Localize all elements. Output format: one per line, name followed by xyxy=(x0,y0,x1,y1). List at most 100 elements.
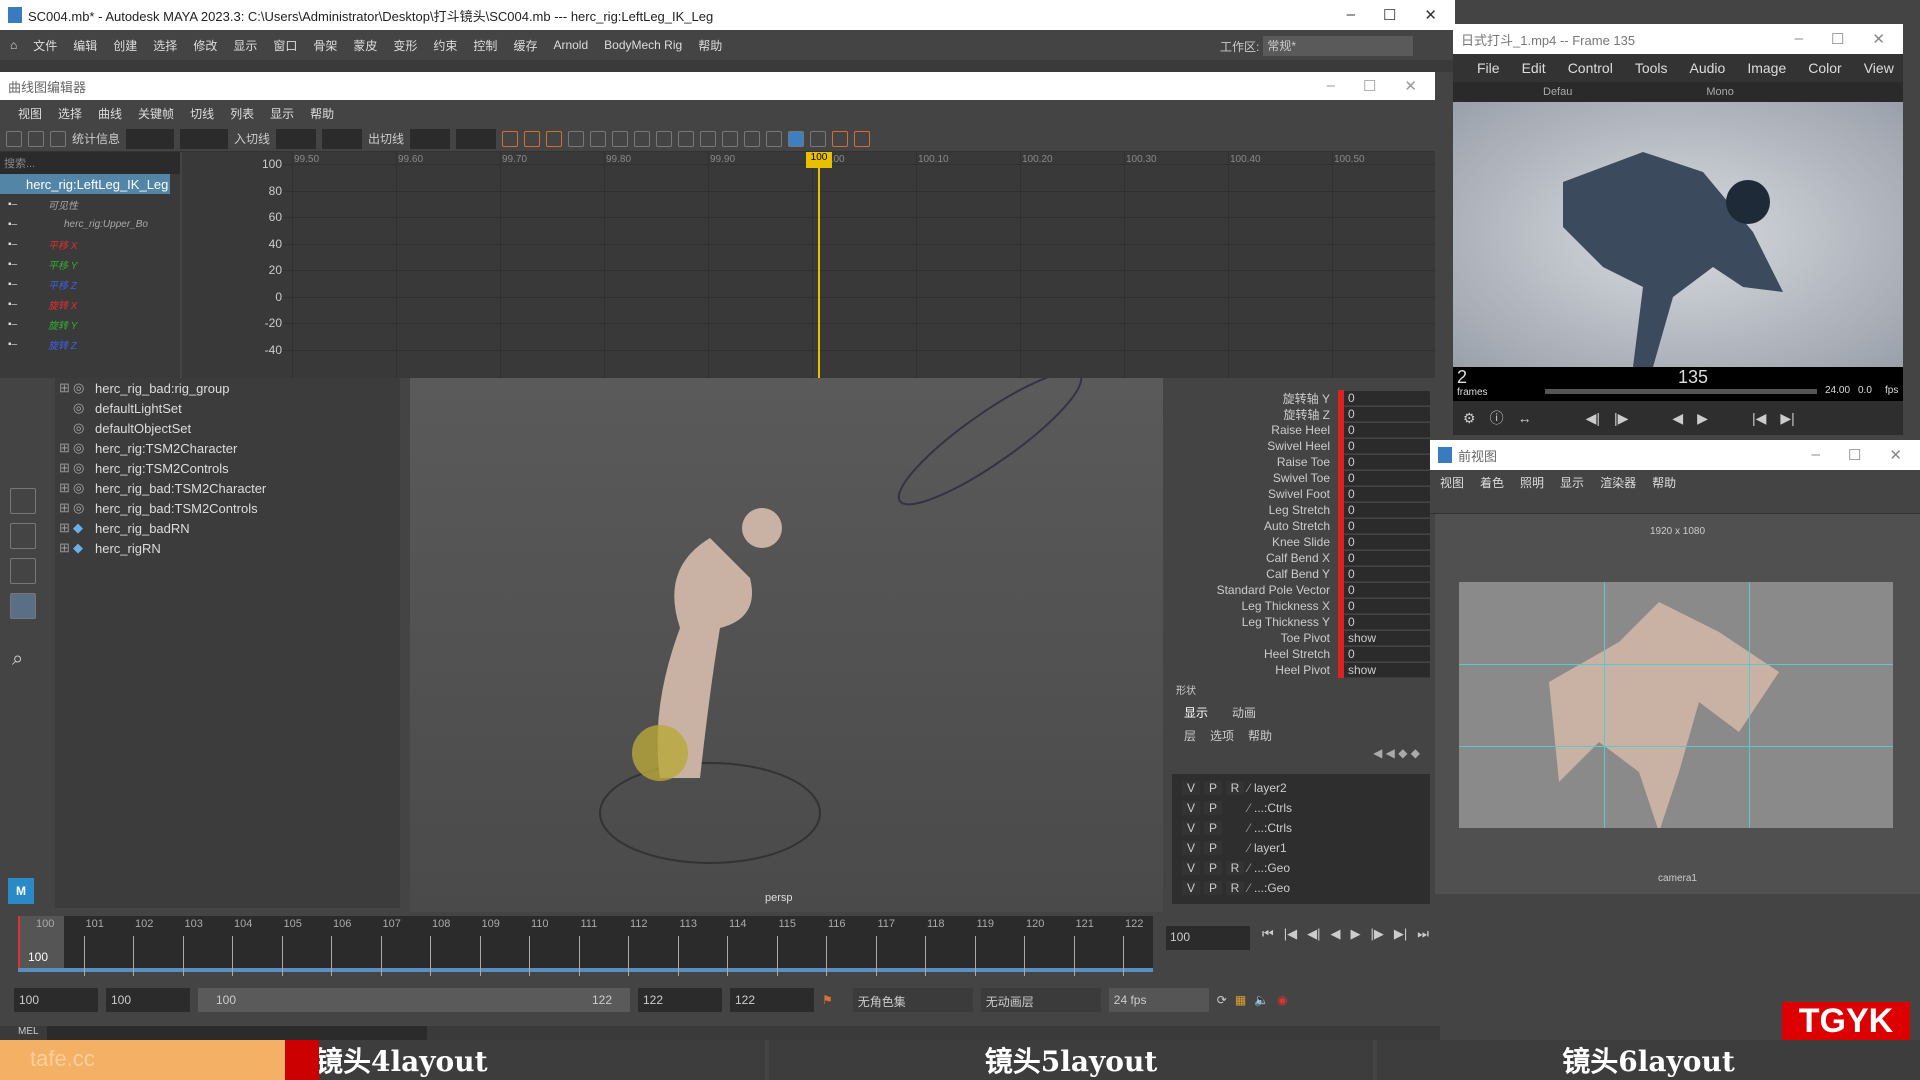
channel-value[interactable]: 0 xyxy=(1344,550,1430,566)
go-end-icon[interactable]: ▶| xyxy=(1780,410,1794,427)
layer-row[interactable]: V P R ⁄ layer2 xyxy=(1172,778,1430,798)
layer-color-icon[interactable]: ⁄ xyxy=(1248,801,1250,815)
fv-menu-item-3[interactable]: 显示 xyxy=(1560,474,1584,491)
step-forward-key-icon[interactable]: ▶| xyxy=(1394,926,1407,942)
fps-dropdown[interactable]: 24 fps xyxy=(1108,988,1209,1012)
layer-color-icon[interactable]: ⁄ xyxy=(1248,821,1250,835)
command-input[interactable] xyxy=(46,1026,427,1040)
key-icon[interactable] xyxy=(502,130,519,147)
player-menu-item-0[interactable]: File xyxy=(1477,60,1500,76)
play-backward-icon[interactable]: ◀ xyxy=(1672,410,1683,427)
channel-value[interactable]: show xyxy=(1344,630,1430,646)
layer-color-icon[interactable]: ⁄ xyxy=(1248,841,1250,855)
outliner-item[interactable]: ⊞ ◎ herc_rig_bad:TSM2Controls xyxy=(55,498,400,518)
out-weight-field[interactable] xyxy=(456,128,497,149)
channel-value[interactable]: 0 xyxy=(1344,502,1430,518)
main-menu-item-10[interactable]: 约束 xyxy=(433,37,457,54)
trax-icon[interactable] xyxy=(854,130,871,147)
layout-icon[interactable] xyxy=(10,523,36,549)
channel-item[interactable]: ▪– 旋转 Y xyxy=(0,314,180,334)
layer-toggle-v[interactable]: V xyxy=(1182,881,1200,895)
layer-row[interactable]: V P R ⁄ ...:Geo xyxy=(1172,878,1430,898)
outliner-item[interactable]: ⊞ ◎ herc_rig:TSM2Controls xyxy=(55,458,400,478)
home-icon[interactable]: ⌂ xyxy=(10,38,17,52)
preset-dropdown[interactable]: Defau xyxy=(1543,86,1572,98)
channel-row[interactable]: Swivel Toe 0 xyxy=(1168,470,1430,486)
step-back-key-icon[interactable]: |◀ xyxy=(1284,926,1297,942)
layer-toggle-p[interactable]: P xyxy=(1204,801,1222,815)
channel-row[interactable]: Calf Bend X 0 xyxy=(1168,550,1430,566)
channel-value[interactable]: 0 xyxy=(1344,470,1430,486)
end-time-field[interactable]: 122 xyxy=(730,988,814,1012)
main-menu-item-9[interactable]: 变形 xyxy=(393,37,417,54)
graph-search-input[interactable]: 搜索... xyxy=(0,152,180,174)
layer-toggle-v[interactable]: V xyxy=(1182,801,1200,815)
current-time-indicator[interactable] xyxy=(818,152,820,378)
channel-value[interactable]: 0 xyxy=(1344,518,1430,534)
mel-label[interactable]: MEL xyxy=(0,1026,39,1040)
ge-menu-item-1[interactable]: 选择 xyxy=(58,105,82,122)
anim-start-field[interactable]: 100 xyxy=(106,988,190,1012)
channel-item[interactable]: ▪– 旋转 X xyxy=(0,294,180,314)
step-forward-icon[interactable]: |▶ xyxy=(1614,410,1628,427)
maximize-button[interactable]: ☐ xyxy=(1383,6,1396,24)
layer-toggle-v[interactable]: V xyxy=(1182,861,1200,875)
channel-value[interactable]: 0 xyxy=(1344,598,1430,614)
go-start-icon[interactable]: |◀ xyxy=(1752,410,1766,427)
outliner-item[interactable]: ⊞ ◆ herc_rigRN xyxy=(55,538,400,558)
ge-menu-item-0[interactable]: 视图 xyxy=(18,105,42,122)
channel-value[interactable]: show xyxy=(1344,662,1430,678)
channel-row[interactable]: Knee Slide 0 xyxy=(1168,534,1430,550)
main-menu-item-14[interactable]: BodyMech Rig xyxy=(604,38,682,52)
layer-toggle-v[interactable]: V xyxy=(1182,821,1200,835)
ge-menu-item-2[interactable]: 曲线 xyxy=(98,105,122,122)
persp-viewport[interactable]: persp xyxy=(410,370,1163,912)
ge-menu-item-6[interactable]: 显示 xyxy=(270,105,294,122)
camera1-viewport[interactable]: 1920 x 1080 camera1 xyxy=(1435,514,1920,894)
main-menu-item-11[interactable]: 控制 xyxy=(473,37,497,54)
expand-icon[interactable]: ⊞ xyxy=(55,460,73,476)
stats-field-1[interactable] xyxy=(126,128,175,149)
layer-row[interactable]: V P ⁄ ...:Ctrls xyxy=(1172,818,1430,838)
layer-toggle-p[interactable]: P xyxy=(1204,881,1222,895)
dope-sheet-icon[interactable] xyxy=(832,130,849,147)
tangent-step-icon[interactable] xyxy=(634,130,651,147)
cache-icon[interactable]: ▦ xyxy=(1235,993,1246,1007)
buffer-curve-icon[interactable] xyxy=(744,130,761,147)
in-weight-field[interactable] xyxy=(322,128,363,149)
key-icon[interactable] xyxy=(524,130,541,147)
player-close-button[interactable]: ✕ xyxy=(1872,30,1885,48)
sound-icon[interactable]: 🔈 xyxy=(1254,993,1269,1007)
channel-value[interactable]: 0 xyxy=(1344,422,1430,438)
loop-icon[interactable]: ⟳ xyxy=(1217,993,1227,1007)
outliner-item[interactable]: ◎ defaultLightSet xyxy=(55,398,400,418)
tangent-spline-icon[interactable] xyxy=(568,130,585,147)
fv-menu-item-5[interactable]: 帮助 xyxy=(1652,474,1676,491)
player-menu-item-3[interactable]: Tools xyxy=(1635,60,1668,76)
channel-row[interactable]: Auto Stretch 0 xyxy=(1168,518,1430,534)
play-icon[interactable]: ▶ xyxy=(1697,410,1708,427)
stats-field-2[interactable] xyxy=(180,128,229,149)
layer-toggle-r[interactable]: R xyxy=(1226,861,1244,875)
player-menu-item-4[interactable]: Audio xyxy=(1690,60,1726,76)
channel-row[interactable]: Swivel Heel 0 xyxy=(1168,438,1430,454)
channel-row[interactable]: Standard Pole Vector 0 xyxy=(1168,582,1430,598)
channel-row[interactable]: Leg Thickness Y 0 xyxy=(1168,614,1430,630)
channel-row[interactable]: 旋转轴 Z 0 xyxy=(1168,406,1430,422)
tangent-plateau-icon[interactable] xyxy=(678,130,695,147)
normalize-icon[interactable] xyxy=(766,130,783,147)
channel-item[interactable]: ▪– 平移 X xyxy=(0,234,180,254)
channel-item[interactable]: ▪– 平移 Y xyxy=(0,254,180,274)
layer-toggle-v[interactable]: V xyxy=(1182,781,1200,795)
layer-toggle-p[interactable]: P xyxy=(1204,821,1222,835)
key-icon[interactable] xyxy=(546,130,563,147)
layer-color-icon[interactable]: ⁄ xyxy=(1248,861,1250,875)
layer-row[interactable]: V P R ⁄ ...:Geo xyxy=(1172,858,1430,878)
layer-row[interactable]: V P ⁄ layer1 xyxy=(1172,838,1430,858)
character-set-dropdown[interactable]: 无角色集 xyxy=(852,988,973,1012)
main-menu-item-1[interactable]: 编辑 xyxy=(73,37,97,54)
expand-icon[interactable]: ⊞ xyxy=(55,500,73,516)
channel-item[interactable]: ▪– 可见性 xyxy=(0,194,180,214)
layer-buttons[interactable]: ◀ ◀ ◆ ◆ xyxy=(1172,746,1430,774)
channel-value[interactable]: 0 xyxy=(1344,534,1430,550)
